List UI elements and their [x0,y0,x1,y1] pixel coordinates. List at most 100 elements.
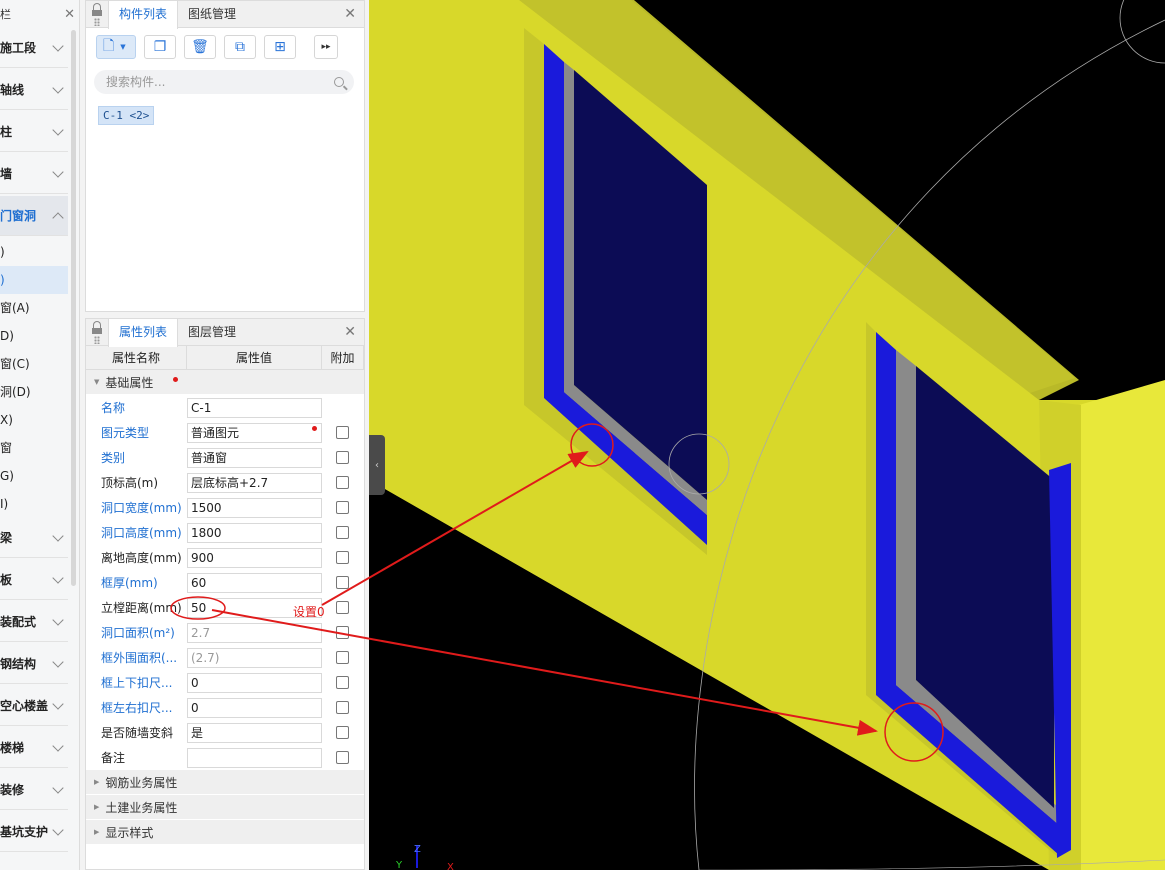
close-icon[interactable]: ✕ [64,7,75,22]
property-value-field[interactable]: 1800 [187,522,322,543]
component-tabbar: 构件列表 图纸管理 ✕ [86,0,364,29]
extra-checkbox[interactable] [336,751,349,764]
nav-scrollbar[interactable] [71,30,76,586]
property-value-field: 2.7 [187,622,322,643]
extra-checkbox[interactable] [336,501,349,514]
property-value-field[interactable]: 普通图元 [187,422,322,443]
property-value-field[interactable]: 60 [187,572,322,593]
property-value-field[interactable]: 0 [187,697,322,718]
nav-subitem[interactable]: I) [0,490,68,518]
chevron-up-icon [52,211,64,224]
group-display-style[interactable]: ▶ 显示样式 [86,820,364,845]
y-axis-label: Y [395,860,403,870]
nav-item-wall[interactable]: 墙 [0,154,68,194]
component-panel: 构件列表 图纸管理 ✕ 🗋▼ ❐ 🗑 ⧉ ⊞ ▸▸ C-1 <2> [85,0,365,312]
nav-subitem[interactable]: 洞(D) [0,378,68,406]
nav-subitem[interactable]: G) [0,462,68,490]
extra-checkbox[interactable] [336,626,349,639]
copy-button[interactable]: ❐ [144,35,176,59]
duplicate-floor-button[interactable]: ⧉ [224,35,256,59]
property-row: 框左右扣尺... 0 [86,695,364,720]
property-row: 顶标高(m) 层底标高+2.7 [86,470,364,495]
nav-subitem[interactable]: 窗 [0,434,68,462]
double-chevron-right-icon: ▸▸ [321,42,331,52]
property-value-field[interactable]: 1500 [187,497,322,518]
lock-icon[interactable] [86,1,108,28]
search-icon[interactable] [334,77,344,87]
nav-item-steel[interactable]: 钢结构 [0,644,68,684]
lock-icon[interactable] [86,319,108,346]
annotation-label: 设置0 [293,605,325,619]
nav-subitem-selected[interactable]: ) [0,266,68,294]
extra-checkbox[interactable] [336,426,349,439]
nav-header-title: 栏 [0,8,11,21]
property-value-field[interactable]: 0 [187,672,322,693]
group-civil[interactable]: ▶ 土建业务属性 [86,795,364,820]
nav-subitem[interactable]: X) [0,406,68,434]
tab-layer-manage[interactable]: 图层管理 [178,319,246,346]
property-value-field[interactable]: 普通窗 [187,447,322,468]
nav-item-decoration[interactable]: 装修 [0,770,68,810]
extra-checkbox[interactable] [336,726,349,739]
nav-item-slab[interactable]: 板 [0,560,68,600]
caret-down-icon: ▼ [120,43,126,51]
extra-checkbox[interactable] [336,526,349,539]
collapse-handle[interactable]: ‹ [369,435,385,495]
layers-copy-icon: ⧉ [235,39,245,55]
extra-checkbox[interactable] [336,476,349,489]
chevron-down-icon [52,529,64,542]
property-value-field[interactable]: C-1 [187,397,322,418]
modified-dot [312,425,317,431]
new-component-button[interactable]: 🗋 ▼ [96,35,136,59]
search-input[interactable] [106,75,306,89]
group-basic[interactable]: ▼ 基础属性 [86,370,364,395]
property-row: 框外围面积(... (2.7) [86,645,364,670]
close-icon[interactable]: ✕ [344,324,356,340]
nav-item-axis[interactable]: 轴线 [0,70,68,110]
triangle-right-icon: ▶ [94,828,100,836]
property-value-field[interactable]: 900 [187,547,322,568]
3d-viewport[interactable]: Z Y X [369,0,1165,870]
nav-item-stair[interactable]: 楼梯 [0,728,68,768]
property-value-field[interactable]: 层底标高+2.7 [187,472,322,493]
triangle-right-icon: ▶ [94,803,100,811]
import-button[interactable]: ⊞ [264,35,296,59]
property-row: 框厚(mm) 60 [86,570,364,595]
import-icon: ⊞ [274,39,286,55]
nav-item-hollow-floor[interactable]: 空心楼盖 [0,686,68,726]
tab-drawing-manage[interactable]: 图纸管理 [178,1,246,28]
new-doc-icon: 🗋 [103,38,115,54]
extra-checkbox[interactable] [336,451,349,464]
chevron-down-icon [52,571,64,584]
extra-checkbox[interactable] [336,676,349,689]
more-button[interactable]: ▸▸ [314,35,338,59]
extra-checkbox[interactable] [336,701,349,714]
extra-checkbox[interactable] [336,601,349,614]
delete-button[interactable]: 🗑 [184,35,216,59]
nav-item-stage[interactable]: 施工段 [0,28,68,68]
trash-icon: 🗑 [191,39,209,55]
property-row: 图元类型 普通图元 [86,420,364,445]
nav-subitem[interactable]: 窗(C) [0,350,68,378]
nav-item-pit-support[interactable]: 基坑支护 [0,812,68,852]
nav-subitem[interactable]: 窗(A) [0,294,68,322]
nav-item-column[interactable]: 柱 [0,112,68,152]
property-value-field[interactable]: 是 [187,722,322,743]
nav-item-openings[interactable]: 门窗洞 [0,196,68,236]
extra-checkbox[interactable] [336,576,349,589]
nav-item-prefab[interactable]: 装配式 [0,602,68,642]
property-value-field: (2.7) [187,647,322,668]
component-item-c1[interactable]: C-1 <2> [98,106,155,125]
property-value-field[interactable] [187,747,322,768]
extra-checkbox[interactable] [336,651,349,664]
nav-subitem[interactable]: ) [0,238,68,266]
nav-item-beam[interactable]: 梁 [0,518,68,558]
nav-subitem[interactable]: D) [0,322,68,350]
property-tabbar: 属性列表 图层管理 ✕ [86,318,364,347]
tab-property-list[interactable]: 属性列表 [108,318,179,347]
tab-component-list[interactable]: 构件列表 [108,0,179,29]
group-rebar[interactable]: ▶ 钢筋业务属性 [86,770,364,795]
extra-checkbox[interactable] [336,551,349,564]
close-icon[interactable]: ✕ [344,6,356,22]
property-row: 洞口高度(mm) 1800 [86,520,364,545]
